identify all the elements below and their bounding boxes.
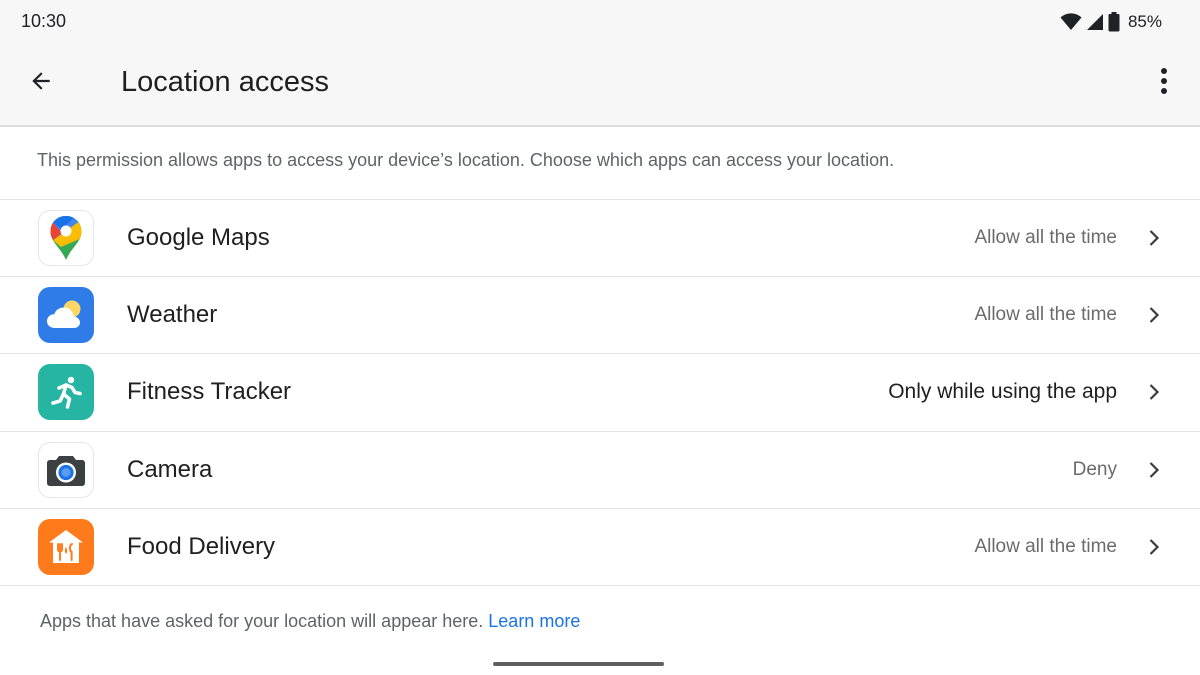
wifi-icon (1060, 13, 1082, 31)
app-row-weather[interactable]: Weather Allow all the time (0, 277, 1200, 355)
app-name: Google Maps (127, 224, 270, 252)
permission-status: Allow all the time (974, 227, 1117, 249)
battery-percent: 85% (1127, 12, 1162, 31)
app-name: Food Delivery (127, 532, 276, 560)
learn-more-link[interactable]: Learn more (488, 611, 580, 631)
more-options-button[interactable] (1141, 60, 1187, 106)
page-title: Location access (121, 66, 329, 98)
app-row-google-maps[interactable]: Google Maps Allow all the time (0, 200, 1200, 278)
status-icons: 85% (1060, 10, 1162, 34)
app-row-fitness-tracker[interactable]: Fitness Tracker Only while using the app (0, 354, 1200, 432)
fitness-tracker-icon (38, 364, 94, 421)
app-row-food-delivery[interactable]: Food Delivery Allow all the time (0, 509, 1200, 586)
chevron-right-icon (1144, 228, 1164, 248)
app-name: Weather (127, 301, 218, 329)
permission-status: Deny (1072, 458, 1117, 480)
camera-icon (38, 441, 94, 498)
permission-status: Only while using the app (888, 380, 1117, 404)
food-delivery-icon (38, 518, 94, 575)
app-permission-list: Google Maps Allow all the time Weather A… (0, 199, 1200, 586)
app-name: Camera (127, 455, 213, 483)
chevron-right-icon (1144, 305, 1164, 325)
footer-note-text: Apps that have asked for your location w… (40, 611, 484, 631)
arrow-back-icon (28, 68, 54, 99)
weather-icon (38, 287, 94, 344)
cellular-signal-icon (1086, 13, 1104, 31)
more-vert-icon (1160, 67, 1168, 100)
battery-icon (1108, 12, 1120, 32)
permission-status: Allow all the time (974, 304, 1117, 326)
chevron-right-icon (1144, 537, 1164, 557)
chevron-right-icon (1144, 460, 1164, 480)
permission-status: Allow all the time (974, 535, 1117, 557)
app-bar: Location access (0, 44, 1200, 126)
chevron-right-icon (1144, 382, 1164, 402)
footer-note: Apps that have asked for your location w… (40, 611, 580, 632)
app-name: Fitness Tracker (127, 378, 292, 406)
app-row-camera[interactable]: Camera Deny (0, 432, 1200, 509)
app-bar-divider (0, 125, 1200, 127)
google-maps-icon (38, 210, 94, 267)
back-button[interactable] (18, 60, 64, 106)
status-bar: 10:30 85% (0, 0, 1200, 44)
status-time: 10:30 (21, 11, 67, 31)
permission-description: This permission allows apps to access yo… (37, 150, 895, 170)
gesture-nav-handle[interactable] (493, 662, 664, 666)
